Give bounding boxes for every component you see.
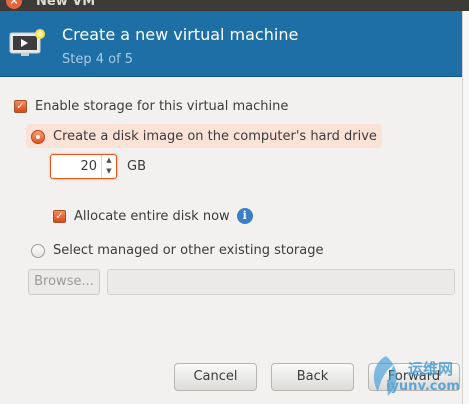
watermark-text: 运维网 <box>408 360 454 378</box>
disk-size-stepper[interactable]: 20 ▲ ▼ <box>50 154 117 179</box>
enable-storage-label: Enable storage for this virtual machine <box>35 99 289 114</box>
header-title: Create a new virtual machine <box>62 25 299 44</box>
increment-icon[interactable]: ▲ <box>102 155 116 166</box>
storage-path-field[interactable] <box>107 269 455 295</box>
watermark: 运维网 iyunv.com <box>364 352 462 402</box>
watermark-url: iyunv.com <box>386 379 460 394</box>
existing-storage-radio[interactable] <box>31 243 45 258</box>
disk-size-value[interactable]: 20 <box>55 159 97 174</box>
existing-storage-label: Select managed or other existing storage <box>53 243 324 258</box>
step-indicator: Step 4 of 5 <box>62 52 134 67</box>
browse-button[interactable]: Browse... <box>28 269 100 295</box>
enable-storage-checkbox[interactable]: ✓ <box>14 100 27 113</box>
monitor-icon <box>9 29 45 56</box>
decrement-icon[interactable]: ▼ <box>102 166 116 177</box>
create-disk-radio[interactable] <box>31 129 45 144</box>
enable-storage-row[interactable]: ✓ Enable storage for this virtual machin… <box>14 99 288 114</box>
allocate-label: Allocate entire disk now <box>74 208 230 224</box>
existing-storage-row[interactable]: Select managed or other existing storage <box>31 243 323 258</box>
cancel-button[interactable]: Cancel <box>174 363 257 391</box>
allocate-row[interactable]: ✓ Allocate entire disk now i <box>53 208 253 224</box>
close-icon[interactable]: × <box>6 0 22 9</box>
create-disk-row[interactable]: Create a disk image on the computer's ha… <box>31 129 377 144</box>
stepper-buttons[interactable]: ▲ ▼ <box>101 155 116 178</box>
back-button[interactable]: Back <box>271 363 354 391</box>
create-disk-label: Create a disk image on the computer's ha… <box>53 129 377 144</box>
size-unit-label: GB <box>127 159 146 174</box>
window-edge <box>462 11 469 404</box>
wizard-header: Create a new virtual machine Step 4 of 5 <box>0 11 462 77</box>
window-title: New VM <box>36 0 96 9</box>
allocate-checkbox[interactable]: ✓ <box>53 209 66 223</box>
info-icon[interactable]: i <box>236 208 253 224</box>
title-bar: × New VM <box>0 0 469 11</box>
